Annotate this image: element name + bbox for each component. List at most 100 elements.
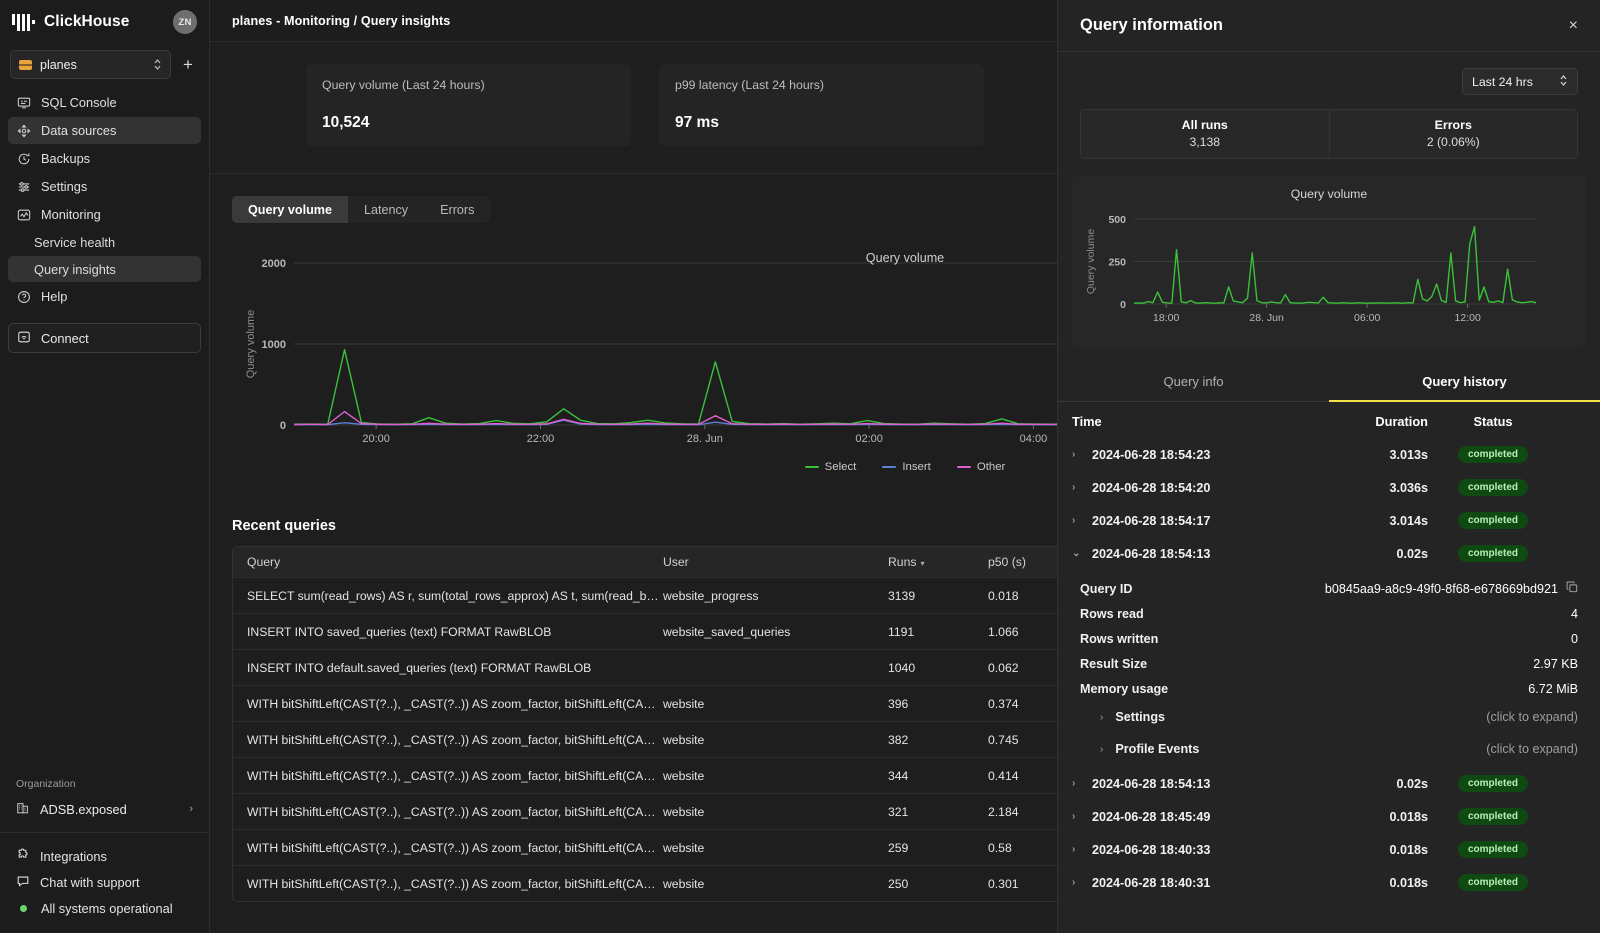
cell-duration: 0.018s <box>1308 843 1428 857</box>
primary-nav: SQL Console Data sources Backups Setting… <box>0 83 209 311</box>
history-row[interactable]: ›2024-06-28 18:45:490.018scompleted <box>1058 800 1600 833</box>
cell-runs: 3139 <box>888 589 988 603</box>
sidebar-item-sql-console[interactable]: SQL Console <box>8 89 201 116</box>
sidebar-item-monitoring[interactable]: Monitoring <box>8 201 201 228</box>
copy-icon[interactable] <box>1566 581 1578 596</box>
cell-user: website <box>663 877 888 891</box>
detail-expandable-row[interactable]: ›Settings(click to expand) <box>1080 701 1578 733</box>
organization-item[interactable]: ADSB.exposed › <box>8 796 201 822</box>
organization-label: Organization <box>8 778 201 796</box>
sidebar-item-backups[interactable]: Backups <box>8 145 201 172</box>
tab-query-info[interactable]: Query info <box>1058 365 1329 402</box>
sort-desc-icon: ▾ <box>920 559 924 568</box>
sidebar-item-label: Backups <box>41 151 90 166</box>
query-detail-expanded: Query ID b0845aa9-a8c9-49f0-8f68-e678669… <box>1058 570 1600 767</box>
detail-value: 6.72 MiB <box>1528 682 1578 696</box>
history-row[interactable]: ›2024-06-28 18:54:203.036scompleted <box>1058 471 1600 504</box>
sidebar-item-service-health[interactable]: Service health <box>8 229 201 255</box>
tab-query-history[interactable]: Query history <box>1329 365 1600 402</box>
help-icon <box>16 289 31 304</box>
history-time-value: 2024-06-28 18:54:17 <box>1092 514 1210 528</box>
sidebar-item-data-sources[interactable]: Data sources <box>8 117 201 144</box>
service-select[interactable]: planes <box>10 50 171 79</box>
cell-duration: 0.02s <box>1308 777 1428 791</box>
y-axis-label: Query volume <box>245 310 257 378</box>
runs-value: 2 (0.06%) <box>1330 135 1578 149</box>
cell-duration: 0.02s <box>1308 547 1428 561</box>
avatar[interactable]: ZN <box>173 10 197 34</box>
chevron-right-icon[interactable]: › <box>1072 877 1080 888</box>
panel-chart-svg: Query volume025050018:0028. Jun06:0012:0… <box>1072 201 1552 336</box>
kpi-value: 97 ms <box>675 114 968 132</box>
legend-item-insert[interactable]: Insert <box>882 461 931 473</box>
x-tick-label: 20:00 <box>362 433 390 445</box>
column-header-duration: Duration <box>1308 414 1428 429</box>
add-service-button[interactable]: + <box>177 54 199 76</box>
cell-duration: 0.018s <box>1308 810 1428 824</box>
chevron-right-icon[interactable]: › <box>1072 811 1080 822</box>
connect-button[interactable]: Connect <box>8 323 201 353</box>
cell-runs: 396 <box>888 697 988 711</box>
time-range-select[interactable]: Last 24 hrs <box>1462 68 1578 95</box>
kpi-card-p99-latency: p99 latency (Last 24 hours) 97 ms <box>659 64 984 146</box>
chevron-right-icon[interactable]: › <box>1072 515 1080 526</box>
history-row[interactable]: ›2024-06-28 18:54:173.014scompleted <box>1058 504 1600 537</box>
tab-latency[interactable]: Latency <box>348 196 424 223</box>
chevron-right-icon[interactable]: › <box>1072 778 1080 789</box>
query-id-value: b0845aa9-a8c9-49f0-8f68-e678669bd921 <box>1325 582 1558 596</box>
history-time-value: 2024-06-28 18:54:20 <box>1092 481 1210 495</box>
history-row[interactable]: ›2024-06-28 18:40:310.018scompleted <box>1058 866 1600 899</box>
tab-errors[interactable]: Errors <box>424 196 490 223</box>
cell-user: website <box>663 841 888 855</box>
status-badge: completed <box>1458 446 1528 463</box>
history-row[interactable]: ⌄2024-06-28 18:54:130.02scompleted <box>1058 537 1600 570</box>
status-dot-icon <box>20 905 27 912</box>
kpi-card-query-volume: Query volume (Last 24 hours) 10,524 <box>306 64 631 146</box>
chevron-right-icon[interactable]: › <box>1072 844 1080 855</box>
cell-status: completed <box>1428 545 1558 562</box>
chevron-right-icon[interactable]: › <box>1072 482 1080 493</box>
sidebar-item-label: Settings <box>41 179 87 194</box>
runs-cell-errors[interactable]: Errors 2 (0.06%) <box>1329 110 1578 158</box>
column-header-query[interactable]: Query <box>233 555 663 569</box>
panel-chart-card: Query volume Query volume025050018:0028.… <box>1072 175 1586 347</box>
cell-query: WITH bitShiftLeft(CAST(?..), _CAST(?..))… <box>233 877 663 891</box>
detail-expandable-row[interactable]: ›Profile Events(click to expand) <box>1080 733 1578 765</box>
sidebar-footer-label: Chat with support <box>40 875 140 890</box>
sidebar-item-label: Help <box>41 289 67 304</box>
breadcrumb: planes - Monitoring / Query insights <box>232 14 450 28</box>
column-header-runs[interactable]: Runs▾ <box>888 555 988 569</box>
tab-query-volume[interactable]: Query volume <box>232 196 348 223</box>
cell-duration: 3.036s <box>1308 481 1428 495</box>
sidebar-item-query-insights[interactable]: Query insights <box>8 256 201 282</box>
sidebar-item-chat-support[interactable]: Chat with support <box>8 869 201 895</box>
chevron-right-icon: › <box>189 803 193 815</box>
legend-item-other[interactable]: Other <box>957 461 1006 473</box>
sidebar-item-settings[interactable]: Settings <box>8 173 201 200</box>
close-icon[interactable]: × <box>1569 18 1578 34</box>
y-tick-label: 250 <box>1108 257 1126 269</box>
runs-cell-all[interactable]: All runs 3,138 <box>1081 110 1329 158</box>
detail-value: 0 <box>1571 632 1578 646</box>
sidebar-item-system-status[interactable]: All systems operational <box>8 895 201 921</box>
service-name: planes <box>40 58 77 72</box>
sidebar-item-help[interactable]: Help <box>8 283 201 310</box>
sidebar-item-label: Monitoring <box>41 207 101 222</box>
cell-duration: 0.018s <box>1308 876 1428 890</box>
detail-expandable-label: Profile Events <box>1115 742 1199 756</box>
legend-swatch <box>882 466 896 468</box>
history-row[interactable]: ›2024-06-28 18:54:130.02scompleted <box>1058 767 1600 800</box>
column-header-user[interactable]: User <box>663 555 888 569</box>
chevron-right-icon[interactable]: › <box>1072 449 1080 460</box>
cell-user: website_saved_queries <box>663 625 888 639</box>
y-tick-label: 500 <box>1108 214 1126 226</box>
detail-label: Rows written <box>1080 632 1158 646</box>
detail-row: Result Size2.97 KB <box>1080 651 1578 676</box>
history-row[interactable]: ›2024-06-28 18:54:233.013scompleted <box>1058 438 1600 471</box>
sidebar-item-integrations[interactable]: Integrations <box>8 843 201 869</box>
legend-item-select[interactable]: Select <box>805 461 857 473</box>
x-tick-label: 28. Jun <box>687 433 723 445</box>
chevron-down-icon[interactable]: ⌄ <box>1072 548 1080 559</box>
chevron-updown-icon <box>1559 74 1568 90</box>
history-row[interactable]: ›2024-06-28 18:40:330.018scompleted <box>1058 833 1600 866</box>
